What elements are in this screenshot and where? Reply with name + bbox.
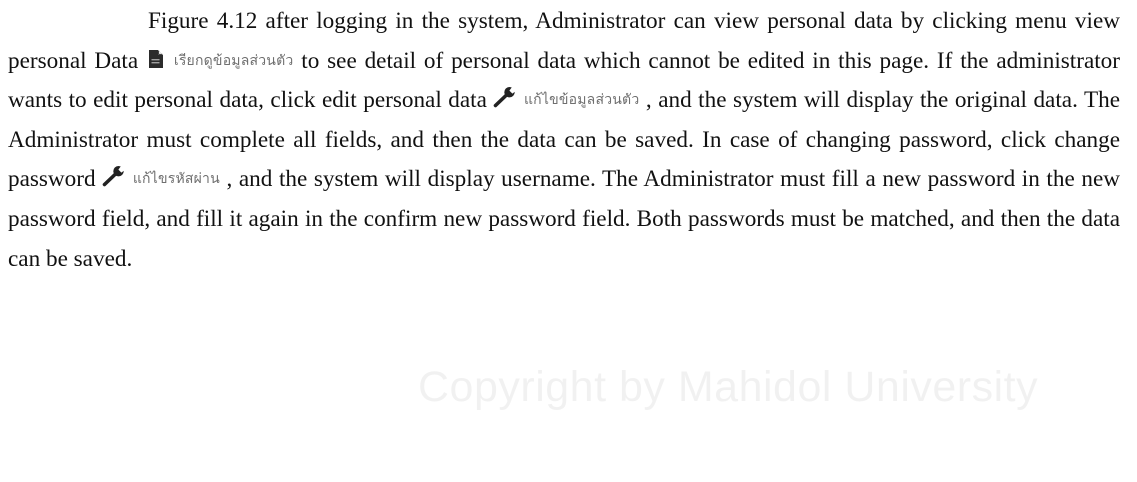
- document-icon: [146, 49, 166, 69]
- body-paragraph: Figure 4.12 after logging in the system,…: [8, 2, 1120, 279]
- copyright-watermark: Copyright by Mahidol University: [418, 363, 1039, 411]
- change-password-label: แก้ไขรหัสผ่าน: [132, 171, 220, 188]
- document-page: Figure 4.12 after logging in the system,…: [0, 0, 1137, 482]
- view-personal-data-label: เรียกดูข้อมูลส่วนตัว: [173, 52, 294, 69]
- wrench-icon: [493, 86, 518, 108]
- edit-personal-data-label: แก้ไขข้อมูลส่วนตัว: [523, 92, 640, 109]
- wrench-icon: [102, 165, 126, 187]
